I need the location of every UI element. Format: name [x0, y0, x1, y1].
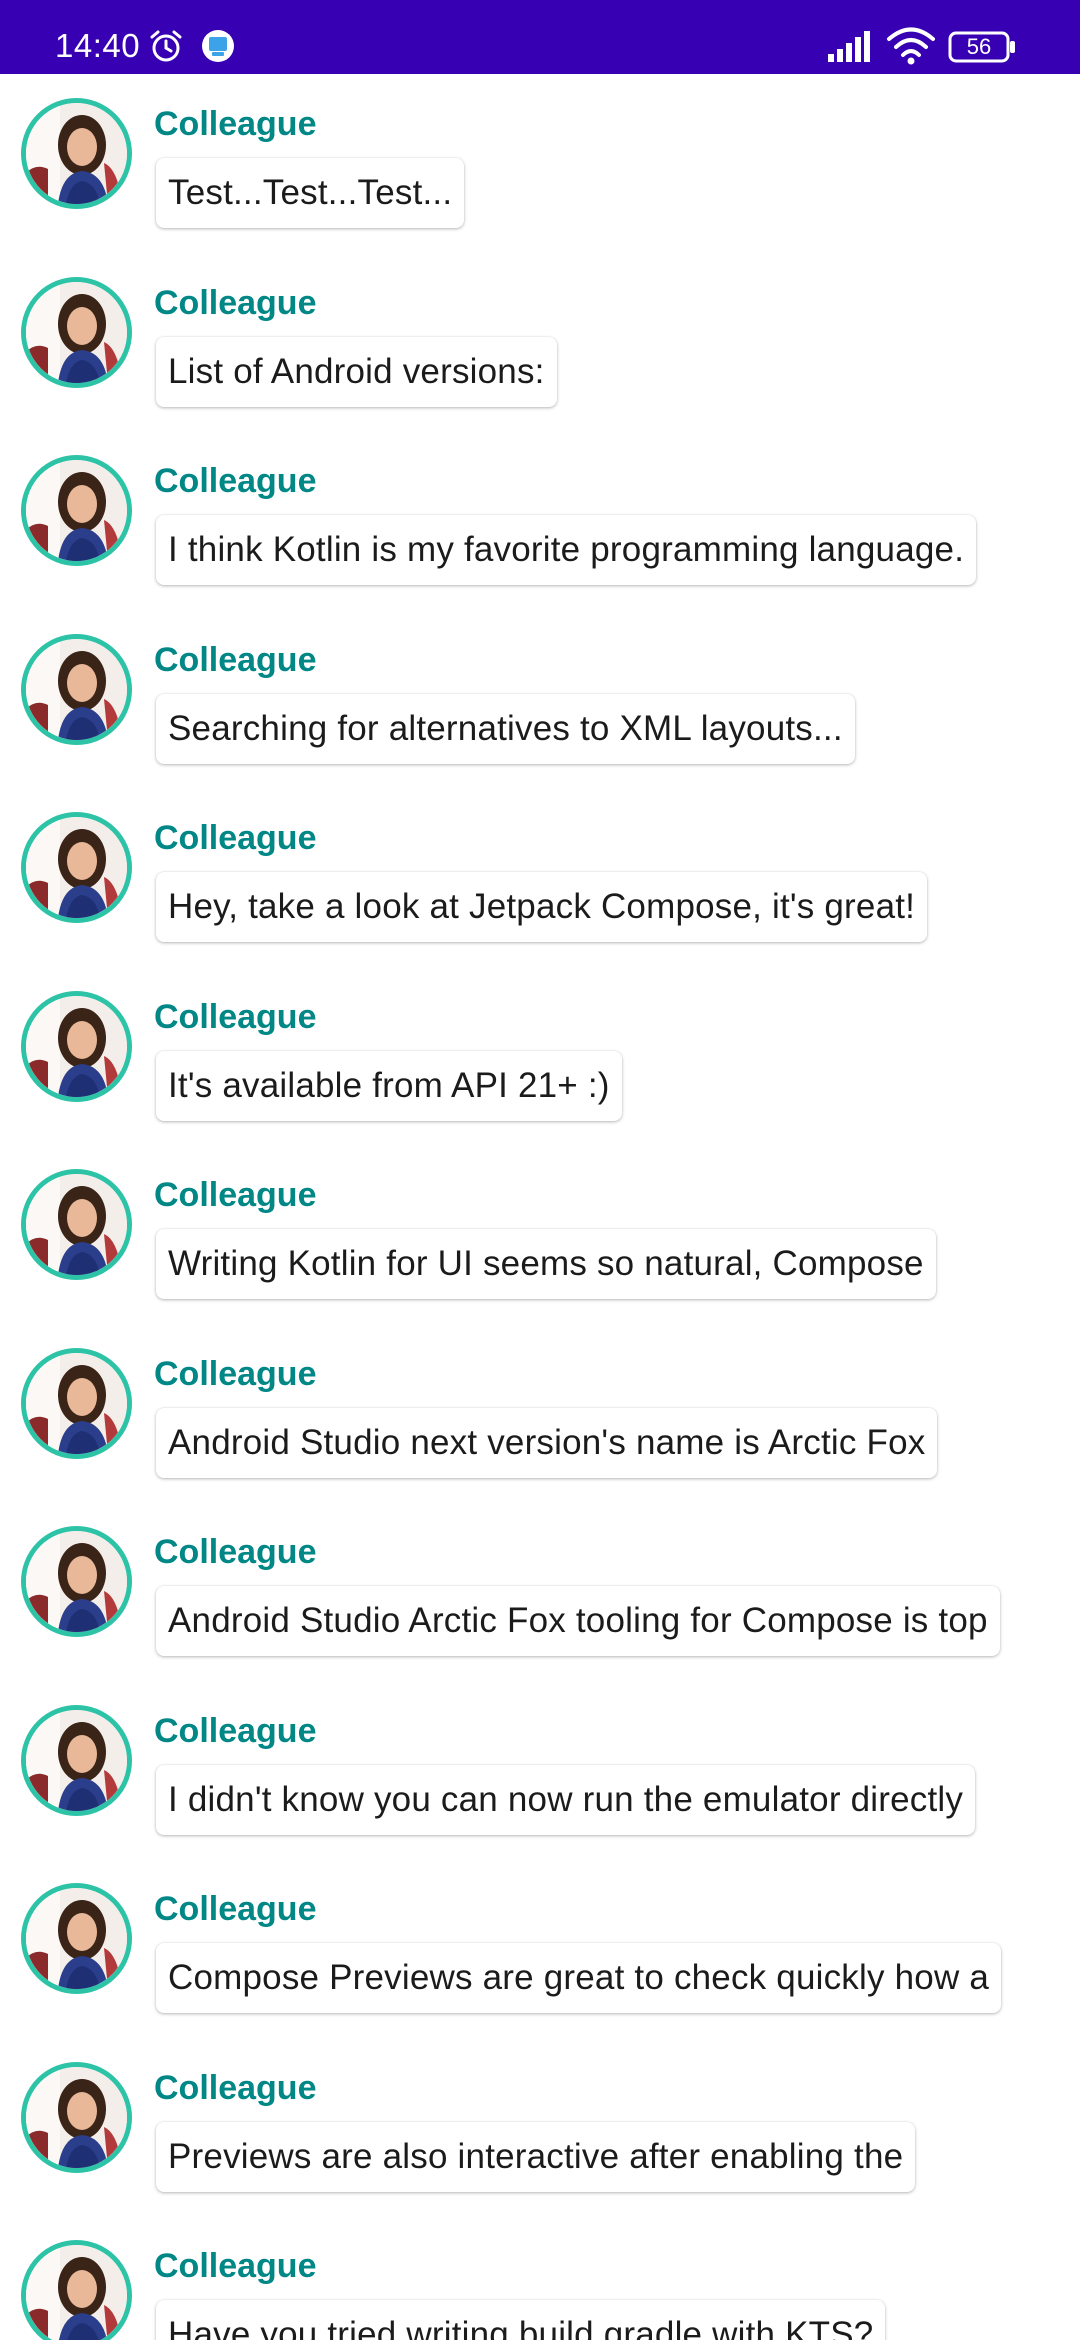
status-bar: 14:40 56	[0, 0, 1080, 74]
app-notification-icon	[200, 28, 236, 64]
message-text: Have you tried writing build.gradle with…	[168, 2315, 874, 2340]
message-text: List of Android versions:	[168, 352, 545, 391]
message-text: Compose Previews are great to check quic…	[168, 1958, 990, 1997]
message-author: Colleague	[154, 1533, 317, 1571]
message-text: Hey, take a look at Jetpack Compose, it'…	[168, 887, 916, 926]
message-row: Colleague Previews are also interactive a…	[0, 2038, 1080, 2216]
wifi-icon	[886, 26, 936, 66]
message-text: It's available from API 21+ :)	[168, 1066, 610, 1105]
message-text: Writing Kotlin for UI seems so natural, …	[168, 1244, 924, 1283]
avatar	[21, 1883, 132, 1994]
avatar	[21, 1526, 132, 1637]
message-row: Colleague Compose Previews are great to c…	[0, 1859, 1080, 2037]
message-bubble[interactable]: I think Kotlin is my favorite programmin…	[156, 515, 977, 585]
message-text: Searching for alternatives to XML layout…	[168, 709, 843, 748]
avatar	[21, 277, 132, 388]
message-bubble[interactable]: Android Studio next version's name is Ar…	[156, 1408, 938, 1478]
avatar	[21, 1348, 132, 1459]
message-row: Colleague List of Android versions:	[0, 253, 1080, 431]
message-row: Colleague I didn't know you can now run t…	[0, 1681, 1080, 1859]
message-author: Colleague	[154, 105, 317, 143]
message-row: Colleague Writing Kotlin for UI seems so …	[0, 1145, 1080, 1323]
message-author: Colleague	[154, 1355, 317, 1393]
message-row: Colleague Searching for alternatives to X…	[0, 610, 1080, 788]
avatar	[21, 634, 132, 745]
message-list[interactable]: Colleague Test...Test...Test... Colleague…	[0, 74, 1080, 2340]
battery-level: 56	[966, 34, 992, 59]
message-row: Colleague I think Kotlin is my favorite p…	[0, 431, 1080, 609]
message-text: Android Studio Arctic Fox tooling for Co…	[168, 1601, 988, 1640]
message-row: Colleague Hey, take a look at Jetpack Com…	[0, 788, 1080, 966]
message-author: Colleague	[154, 462, 317, 500]
message-text: Previews are also interactive after enab…	[168, 2137, 904, 2176]
message-bubble[interactable]: Hey, take a look at Jetpack Compose, it'…	[156, 872, 928, 942]
message-bubble[interactable]: Test...Test...Test...	[156, 158, 465, 228]
message-author: Colleague	[154, 1712, 317, 1750]
message-bubble[interactable]: I didn't know you can now run the emulat…	[156, 1765, 976, 1835]
message-row: Colleague Android Studio next version's n…	[0, 1324, 1080, 1502]
avatar	[21, 991, 132, 1102]
avatar	[21, 2062, 132, 2173]
message-author: Colleague	[154, 1890, 317, 1928]
signal-icon	[826, 30, 874, 64]
avatar	[21, 2240, 132, 2340]
status-time: 14:40	[55, 27, 141, 64]
message-bubble[interactable]: List of Android versions:	[156, 337, 557, 407]
alarm-icon	[148, 28, 184, 64]
message-row: Colleague Android Studio Arctic Fox tooli…	[0, 1502, 1080, 1680]
message-bubble[interactable]: It's available from API 21+ :)	[156, 1051, 622, 1121]
message-bubble[interactable]: Have you tried writing build.gradle with…	[156, 2300, 886, 2340]
message-bubble[interactable]: Android Studio Arctic Fox tooling for Co…	[156, 1586, 1000, 1656]
message-author: Colleague	[154, 641, 317, 679]
message-bubble[interactable]: Writing Kotlin for UI seems so natural, …	[156, 1229, 936, 1299]
message-text: I didn't know you can now run the emulat…	[168, 1780, 964, 1819]
message-bubble[interactable]: Previews are also interactive after enab…	[156, 2122, 916, 2192]
message-text: I think Kotlin is my favorite programmin…	[168, 530, 965, 569]
message-author: Colleague	[154, 1176, 317, 1214]
message-author: Colleague	[154, 998, 317, 1036]
avatar	[21, 455, 132, 566]
message-author: Colleague	[154, 284, 317, 322]
message-row: Colleague Test...Test...Test...	[0, 74, 1080, 252]
avatar	[21, 812, 132, 923]
avatar	[21, 1169, 132, 1280]
message-row: Colleague It's available from API 21+ :)	[0, 967, 1080, 1145]
message-text: Test...Test...Test...	[168, 173, 453, 212]
avatar	[21, 1705, 132, 1816]
message-bubble[interactable]: Compose Previews are great to check quic…	[156, 1943, 1002, 2013]
avatar	[21, 98, 132, 209]
message-author: Colleague	[154, 819, 317, 857]
message-text: Android Studio next version's name is Ar…	[168, 1423, 926, 1462]
message-row: Colleague Have you tried writing build.gr…	[0, 2216, 1080, 2340]
message-author: Colleague	[154, 2247, 317, 2285]
message-bubble[interactable]: Searching for alternatives to XML layout…	[156, 694, 855, 764]
message-author: Colleague	[154, 2069, 317, 2107]
